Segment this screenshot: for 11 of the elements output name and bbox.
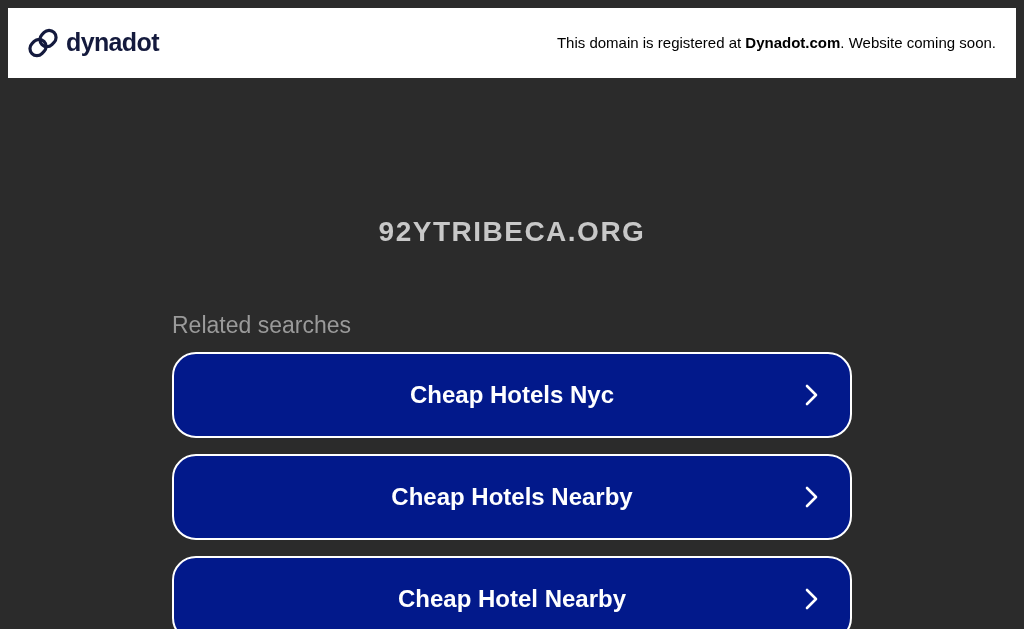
chevron-right-icon — [804, 587, 818, 610]
logo-text: dynadot — [66, 27, 159, 59]
search-link-button[interactable]: Cheap Hotels Nearby — [172, 453, 852, 540]
search-link-button[interactable]: Cheap Hotel Nearby — [172, 555, 852, 629]
search-link-button[interactable]: Cheap Hotels Nyc — [172, 351, 852, 438]
section-title: Related searches — [172, 311, 352, 340]
chevron-right-icon — [804, 383, 818, 406]
chevron-right-icon — [804, 485, 818, 508]
chain-link-icon — [28, 28, 58, 58]
domain-title: 92YTRIBECA.ORG — [378, 215, 646, 249]
registration-notice: This domain is registered at Dynadot.com. Website coming soon. — [556, 32, 996, 53]
